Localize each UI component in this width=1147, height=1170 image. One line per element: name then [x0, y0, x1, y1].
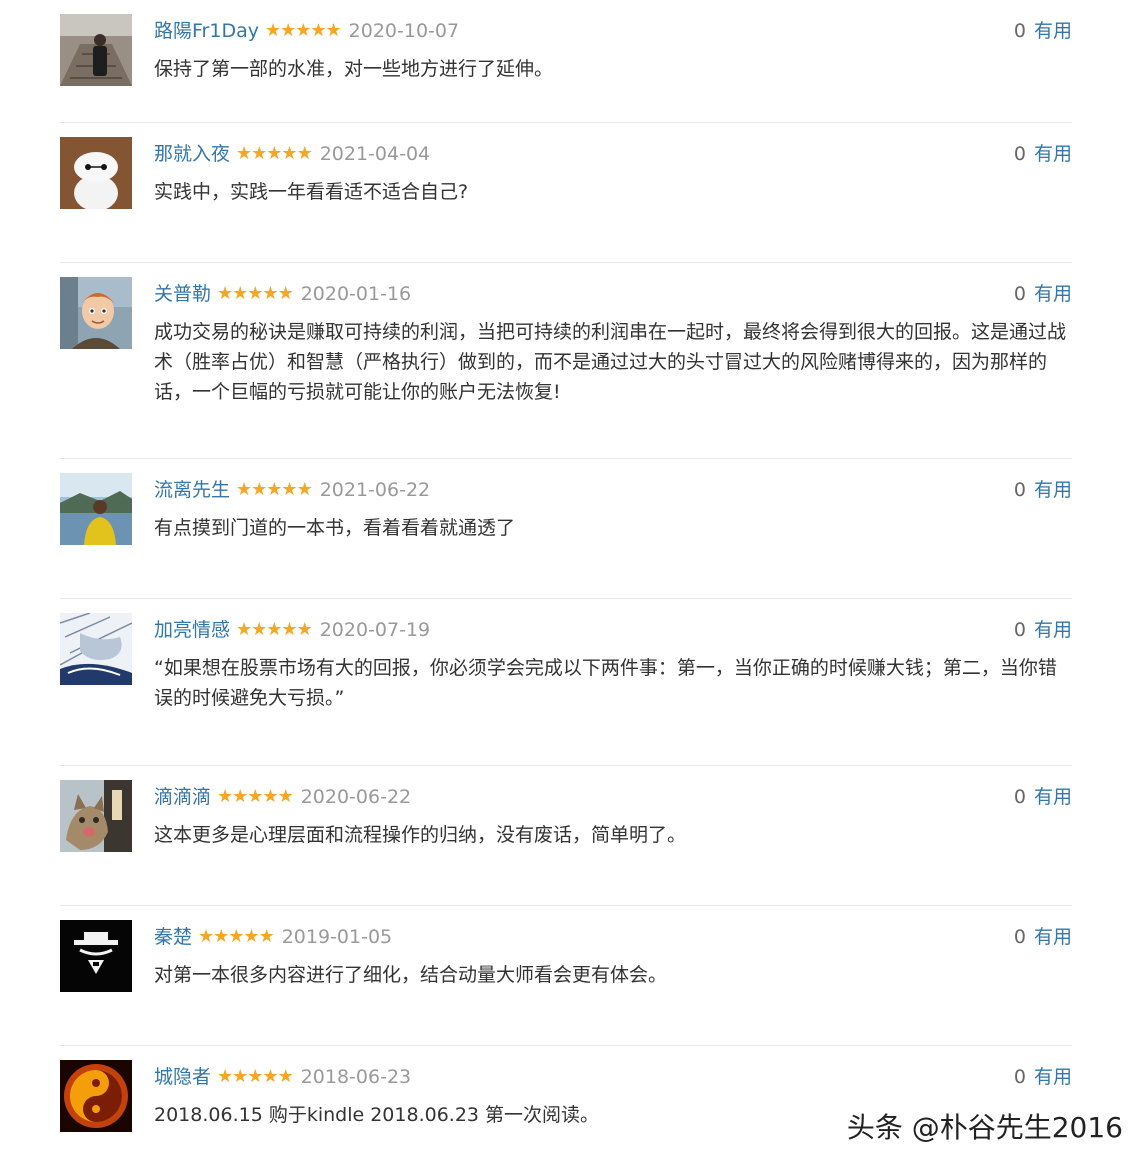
white-robot-avatar[interactable]	[60, 137, 132, 209]
comment-date: 2020-06-22	[300, 786, 412, 808]
rating-stars: ★★★★★	[217, 786, 294, 807]
cartoon-boy-avatar[interactable]	[60, 277, 132, 349]
username-link[interactable]: 秦楚	[154, 926, 192, 948]
vote-count: 0	[1013, 143, 1026, 165]
comment-header: 加亮情感 ★★★★★ 2020-07-19	[154, 617, 430, 643]
useful-vote-button[interactable]: 有用	[1034, 786, 1072, 808]
comment-list: 路陽Fr1Day ★★★★★ 2020-10-07 0 有用 保持了第一部的水准，对一…	[60, 0, 1072, 1170]
useful-vote-button[interactable]: 有用	[1034, 143, 1072, 165]
rating-stars: ★★★★★	[217, 283, 294, 304]
masked-hat-avatar[interactable]	[60, 920, 132, 992]
comment-date: 2020-07-19	[319, 619, 431, 641]
comment-date: 2020-10-07	[348, 20, 460, 42]
comment-text: 这本更多是心理层面和流程操作的归纳，没有废话，简单明了。	[154, 824, 687, 846]
comment-text: 有点摸到门道的一本书，看着看着就通透了	[154, 517, 516, 539]
man-on-railway-avatar[interactable]	[60, 14, 132, 86]
vote-area: 0 有用	[1014, 784, 1072, 810]
vote-count: 0	[1013, 20, 1026, 42]
comment-item: 秦楚 ★★★★★ 2019-01-05 0 有用 对第一本很多内容进行了细化，结合动量…	[60, 906, 1072, 1046]
sketch-drawing-avatar[interactable]	[60, 613, 132, 685]
vote-count: 0	[1013, 926, 1026, 948]
comment-date: 2020-01-16	[300, 283, 412, 305]
vote-count: 0	[1013, 619, 1026, 641]
comment-item: 那就入夜 ★★★★★ 2021-04-04 0 有用 实践中，实践一年看看适不适合自己…	[60, 123, 1072, 263]
vote-count: 0	[1013, 786, 1026, 808]
watermark-text: 头条 @朴谷先生2016	[846, 1111, 1123, 1144]
comment-text: 成功交易的秘诀是赚取可持续的利润，当把可持续的利润串在一起时，最终将会得到很大的…	[154, 321, 1067, 403]
comment-text: 保持了第一部的水准，对一些地方进行了延伸。	[154, 58, 554, 80]
vote-area: 0 有用	[1014, 18, 1072, 44]
comment-text: “如果想在股票市场有大的回报，你必须学会完成以下两件事：第一，当你正确的时候赚大…	[154, 657, 1057, 709]
vote-area: 0 有用	[1014, 141, 1072, 167]
rating-stars: ★★★★★	[217, 1066, 294, 1087]
username-link[interactable]: 那就入夜	[154, 143, 230, 165]
username-link[interactable]: 关普勒	[154, 283, 211, 305]
vote-area: 0 有用	[1014, 477, 1072, 503]
vote-area: 0 有用	[1014, 1064, 1072, 1090]
rating-stars: ★★★★★	[236, 143, 313, 164]
username-link[interactable]: 路陽Fr1Day	[154, 20, 259, 42]
comment-item: 路陽Fr1Day ★★★★★ 2020-10-07 0 有用 保持了第一部的水准，对一…	[60, 0, 1072, 123]
comment-item: 关普勒 ★★★★★ 2020-01-16 0 有用 成功交易的秘诀是赚取可持续的利润，…	[60, 263, 1072, 459]
useful-vote-button[interactable]: 有用	[1034, 20, 1072, 42]
rating-stars: ★★★★★	[198, 926, 275, 947]
rating-stars: ★★★★★	[236, 479, 313, 500]
comment-date: 2018-06-23	[300, 1066, 412, 1088]
comment-date: 2019-01-05	[281, 926, 393, 948]
rating-stars: ★★★★★	[236, 619, 313, 640]
comment-header: 路陽Fr1Day ★★★★★ 2020-10-07	[154, 18, 459, 44]
username-link[interactable]: 滴滴滴	[154, 786, 211, 808]
man-by-lake-avatar[interactable]	[60, 473, 132, 545]
username-link[interactable]: 城隐者	[154, 1066, 211, 1088]
comment-header: 流离先生 ★★★★★ 2021-06-22	[154, 477, 430, 503]
comment-header: 城隐者 ★★★★★ 2018-06-23	[154, 1064, 411, 1090]
cat-photo-avatar[interactable]	[60, 780, 132, 852]
yin-yang-fire-avatar[interactable]	[60, 1060, 132, 1132]
useful-vote-button[interactable]: 有用	[1034, 619, 1072, 641]
rating-stars: ★★★★★	[264, 20, 342, 41]
comment-date: 2021-06-22	[319, 479, 431, 501]
vote-area: 0 有用	[1014, 281, 1072, 307]
comment-header: 关普勒 ★★★★★ 2020-01-16	[154, 281, 411, 307]
comment-header: 秦楚 ★★★★★ 2019-01-05	[154, 924, 392, 950]
comment-item: 流离先生 ★★★★★ 2021-06-22 0 有用 有点摸到门道的一本书，看着看着就…	[60, 459, 1072, 599]
comment-item: 加亮情感 ★★★★★ 2020-07-19 0 有用 “如果想在股票市场有大的回报，你…	[60, 599, 1072, 766]
useful-vote-button[interactable]: 有用	[1034, 479, 1072, 501]
useful-vote-button[interactable]: 有用	[1034, 283, 1072, 305]
comment-item: 滴滴滴 ★★★★★ 2020-06-22 0 有用 这本更多是心理层面和流程操作的归纳…	[60, 766, 1072, 906]
useful-vote-button[interactable]: 有用	[1034, 926, 1072, 948]
comment-date: 2021-04-04	[319, 143, 431, 165]
username-link[interactable]: 流离先生	[154, 479, 230, 501]
username-link[interactable]: 加亮情感	[154, 619, 230, 641]
comment-header: 滴滴滴 ★★★★★ 2020-06-22	[154, 784, 411, 810]
vote-area: 0 有用	[1014, 617, 1072, 643]
comment-header: 那就入夜 ★★★★★ 2021-04-04	[154, 141, 430, 167]
vote-count: 0	[1013, 283, 1026, 305]
vote-count: 0	[1013, 479, 1026, 501]
useful-vote-button[interactable]: 有用	[1034, 1066, 1072, 1088]
comment-text: 实践中，实践一年看看适不适合自己?	[154, 181, 469, 203]
vote-count: 0	[1013, 1066, 1026, 1088]
vote-area: 0 有用	[1014, 924, 1072, 950]
comment-text: 对第一本很多内容进行了细化，结合动量大师看会更有体会。	[154, 964, 668, 986]
